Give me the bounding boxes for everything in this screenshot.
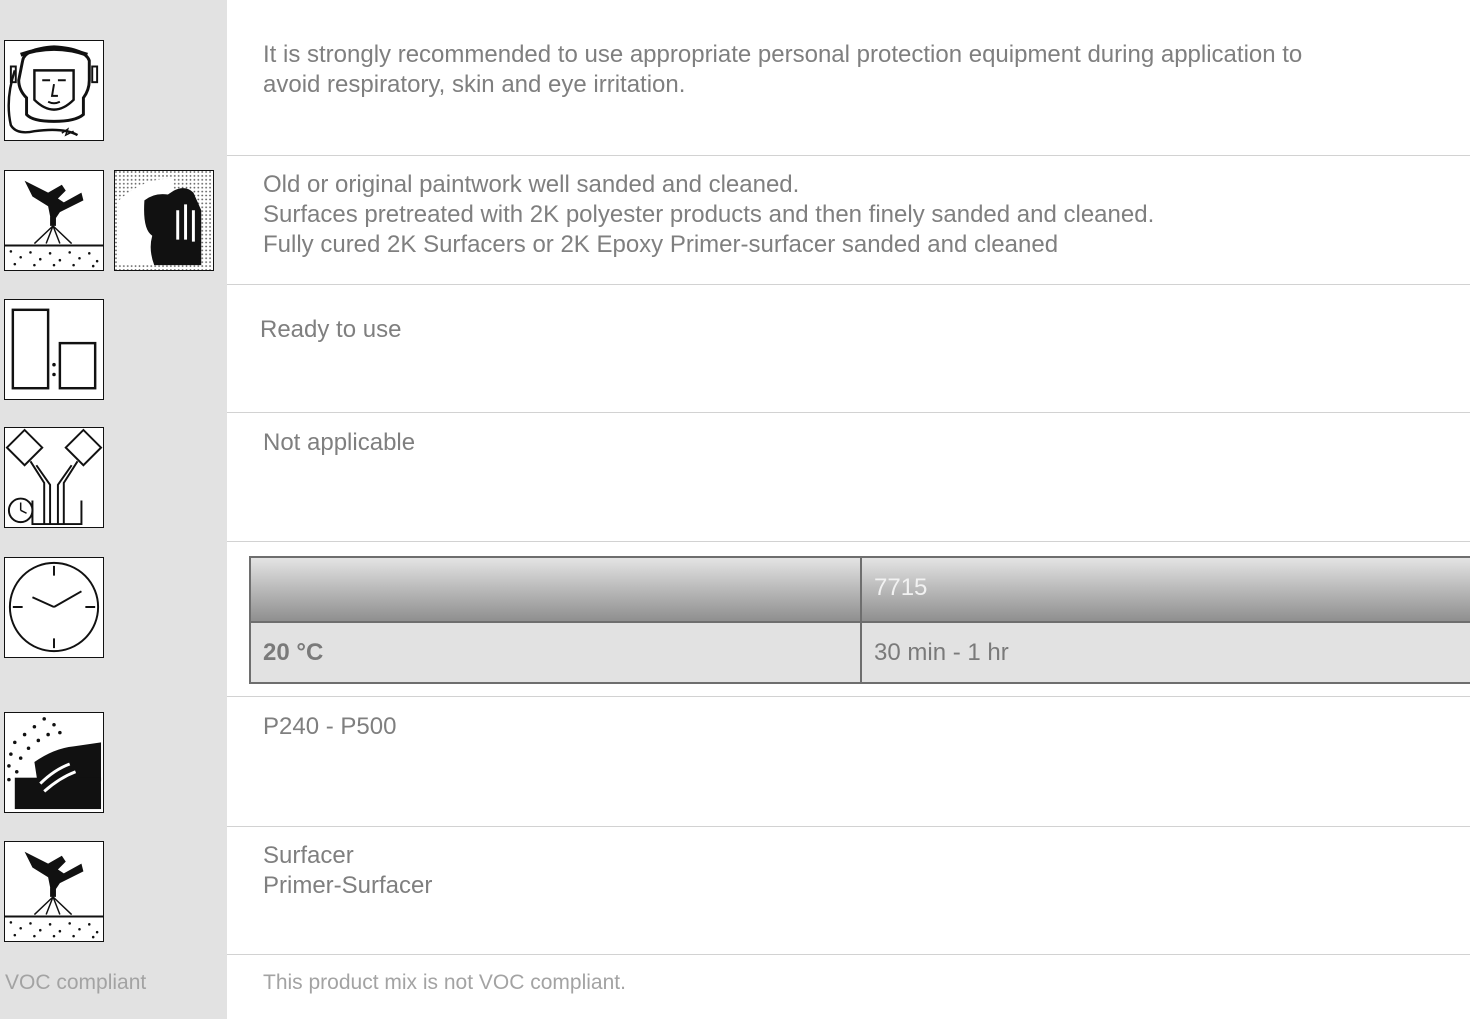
text-line: It is strongly recommended to use approp… [263, 41, 1303, 68]
column-divider [860, 558, 862, 682]
clock-icon [4, 557, 104, 658]
text-line: This product mix is not VOC compliant. [263, 971, 626, 994]
row-separator [227, 541, 1470, 542]
row-separator [227, 954, 1470, 955]
spray-gun-sanding-icon [4, 170, 104, 271]
text-line: P240 - P500 [263, 713, 397, 740]
substrates-text: Old or original paintwork well sanded an… [263, 170, 1154, 260]
text-line: Fully cured 2K Surfacers or 2K Epoxy Pri… [263, 231, 1059, 258]
drying-time-table: 7715 20 °C 30 min - 1 hr [249, 556, 1470, 684]
text-line: avoid respiratory, skin and eye irritati… [263, 71, 686, 98]
temperature-cell: 20 °C [263, 639, 324, 666]
face-shield-icon [4, 40, 104, 141]
text-line: Old or original paintwork well sanded an… [263, 171, 800, 198]
mixing-ratio-text: Ready to use [260, 315, 401, 345]
text-line: Ready to use [260, 316, 402, 343]
text-line: Surfacer [263, 842, 354, 869]
voc-label: VOC compliant [5, 971, 147, 994]
row-separator [227, 284, 1470, 285]
pot-life-icon [4, 427, 104, 528]
text-line: Primer-Surfacer [263, 872, 433, 899]
sanding-text: P240 - P500 [263, 712, 396, 742]
row-separator [227, 696, 1470, 697]
text-line: Not applicable [263, 429, 416, 456]
voc-text: This product mix is not VOC compliant. [263, 968, 626, 998]
header-cell: 7715 [874, 574, 928, 601]
sanding-icon [4, 712, 104, 813]
text-line: Surfaces pretreated with 2K polyester pr… [263, 201, 1155, 228]
row-separator [227, 412, 1470, 413]
row-separator [227, 826, 1470, 827]
protection-text: It is strongly recommended to use approp… [263, 40, 1302, 100]
pot-life-text: Not applicable [263, 428, 415, 458]
drying-time-cell: 30 min - 1 hr [874, 639, 1009, 666]
hand-cleaning-icon [114, 170, 214, 271]
topcoats-text: Surfacer Primer-Surfacer [263, 841, 432, 901]
row-separator [227, 155, 1470, 156]
mixing-ratio-icon [4, 299, 104, 400]
spray-gun-icon [4, 841, 104, 942]
